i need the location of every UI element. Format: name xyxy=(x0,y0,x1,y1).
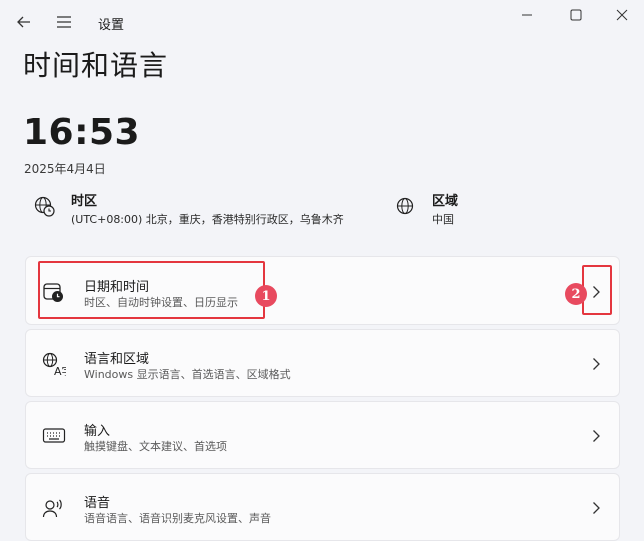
chevron-right-icon[interactable] xyxy=(591,501,601,515)
current-date: 2025年4月4日 xyxy=(24,162,106,176)
annotation-badge-2: 2 xyxy=(565,283,587,305)
timezone-title: 时区 xyxy=(71,194,98,209)
card-input[interactable]: 输入 触摸键盘、文本建议、首选项 xyxy=(25,401,620,469)
close-icon xyxy=(616,9,628,21)
menu-button[interactable] xyxy=(52,10,76,34)
card-input-title: 输入 xyxy=(84,424,111,439)
page-title: 时间和语言 xyxy=(23,49,169,82)
timezone-info: 时区 (UTC+08:00) 北京，重庆，香港特别行政区，乌鲁木齐 xyxy=(32,188,372,228)
app-title: 设置 xyxy=(98,18,125,33)
card-input-subtitle: 触摸键盘、文本建议、首选项 xyxy=(84,440,227,453)
card-speech[interactable]: 语音 语音语言、语音识别麦克风设置、声音 xyxy=(25,473,620,541)
card-language-region-title: 语言和区域 xyxy=(84,352,150,367)
maximize-icon xyxy=(570,9,582,21)
region-value: 中国 xyxy=(432,213,454,226)
back-button[interactable] xyxy=(12,10,36,34)
maximize-button[interactable] xyxy=(561,4,591,26)
svg-text:A字: A字 xyxy=(54,364,66,376)
globe-clock-icon xyxy=(34,196,55,217)
hamburger-icon xyxy=(57,16,71,28)
card-language-region[interactable]: A字 语言和区域 Windows 显示语言、首选语言、区域格式 xyxy=(25,329,620,397)
annotation-badge-1: 1 xyxy=(255,285,277,307)
minimize-button[interactable] xyxy=(512,4,542,26)
keyboard-icon xyxy=(42,428,66,443)
card-speech-subtitle: 语音语言、语音识别麦克风设置、声音 xyxy=(84,512,271,525)
close-button[interactable] xyxy=(607,4,637,26)
card-speech-title: 语音 xyxy=(84,496,111,511)
region-info: 区域 中国 xyxy=(394,188,514,228)
minimize-icon xyxy=(522,14,532,16)
card-language-region-subtitle: Windows 显示语言、首选语言、区域格式 xyxy=(84,368,291,381)
timezone-value: (UTC+08:00) 北京，重庆，香港特别行政区，乌鲁木齐 xyxy=(71,213,344,226)
chevron-right-icon[interactable] xyxy=(591,429,601,443)
speech-icon xyxy=(42,499,62,518)
back-arrow-icon xyxy=(17,16,30,28)
language-icon: A字 xyxy=(42,352,66,376)
current-time: 16:53 xyxy=(23,112,141,153)
annotation-box-1 xyxy=(38,261,265,319)
globe-icon xyxy=(396,197,414,215)
region-title: 区域 xyxy=(432,194,459,209)
chevron-right-icon[interactable] xyxy=(591,357,601,371)
